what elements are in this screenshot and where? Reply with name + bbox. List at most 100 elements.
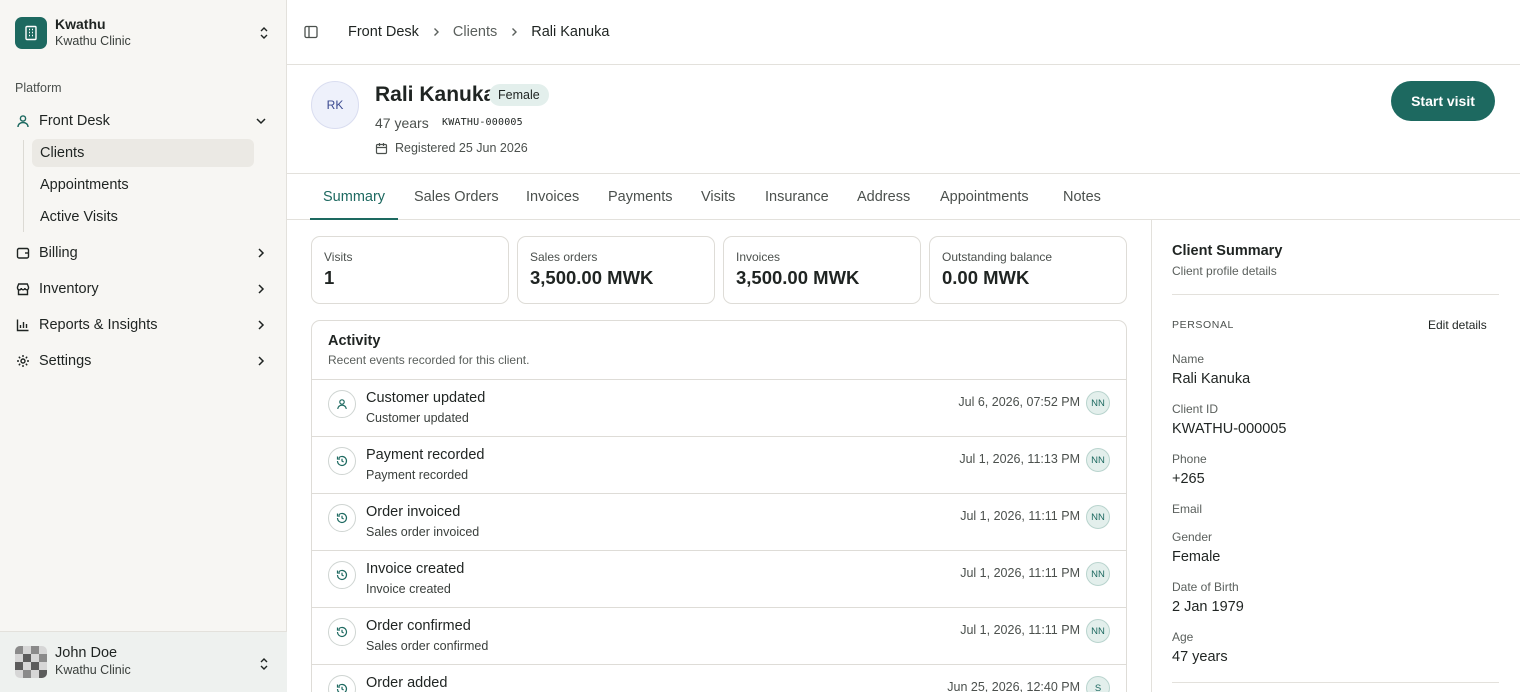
nav-inventory-label: Inventory bbox=[39, 281, 99, 297]
tab-notes[interactable]: Notes bbox=[1063, 174, 1101, 220]
activity-row[interactable]: Order invoiced Sales order invoiced Jul 1,… bbox=[312, 494, 1126, 551]
activity-user-avatar: NN bbox=[1086, 619, 1110, 643]
field-label-name: Name bbox=[1172, 352, 1205, 366]
activity-title: Activity bbox=[328, 333, 381, 349]
divider bbox=[1172, 682, 1499, 683]
activity-row[interactable]: Invoice created Invoice created Jul 1, 202… bbox=[312, 551, 1126, 608]
tab-invoices[interactable]: Invoices bbox=[526, 174, 579, 220]
breadcrumb-front-desk[interactable]: Front Desk bbox=[348, 24, 419, 40]
activity-description: Sales order confirmed bbox=[366, 639, 489, 653]
nav-appointments[interactable]: Appointments bbox=[32, 171, 254, 199]
chevron-right-icon bbox=[254, 354, 268, 372]
gender-badge: Female bbox=[489, 84, 549, 106]
breadcrumb-clients[interactable]: Clients bbox=[453, 24, 497, 40]
chevrons-up-down-icon bbox=[259, 25, 269, 44]
nav-active-visits[interactable]: Active Visits bbox=[32, 203, 254, 231]
tab-address[interactable]: Address bbox=[857, 174, 910, 220]
client-name: Rali Kanuka bbox=[375, 83, 496, 106]
field-value-phone: +265 bbox=[1172, 471, 1205, 487]
activity-timestamp: Jul 6, 2026, 07:52 PM bbox=[958, 395, 1080, 409]
activity-row[interactable]: Payment recorded Payment recorded Jul 1, 2… bbox=[312, 437, 1126, 494]
submenu-line bbox=[23, 140, 24, 232]
chevron-right-icon bbox=[509, 27, 519, 37]
field-label-phone: Phone bbox=[1172, 452, 1207, 466]
start-visit-button[interactable]: Start visit bbox=[1391, 81, 1495, 121]
activity-title-text: Order added bbox=[366, 675, 448, 691]
tab-payments[interactable]: Payments bbox=[608, 174, 672, 220]
summary-title: Client Summary bbox=[1172, 243, 1283, 259]
stat-value: 3,500.00 MWK bbox=[530, 267, 654, 288]
field-label-gender: Gender bbox=[1172, 530, 1213, 544]
chevron-right-icon bbox=[254, 282, 268, 300]
active-tab-indicator bbox=[310, 218, 398, 220]
stat-card-outstanding-balance: Outstanding balance 0.00 MWK bbox=[929, 236, 1127, 304]
sidebar-toggle-icon[interactable] bbox=[304, 24, 320, 40]
chevron-down-icon bbox=[254, 114, 268, 132]
nav-billing[interactable]: Billing bbox=[15, 239, 273, 267]
tab-insurance[interactable]: Insurance bbox=[765, 174, 829, 220]
field-value-dob: 2 Jan 1979 bbox=[1172, 599, 1244, 615]
sidebar: Kwathu Kwathu Clinic Platform Front Desk… bbox=[0, 0, 287, 692]
gear-icon bbox=[15, 353, 31, 369]
avatar bbox=[15, 646, 47, 678]
activity-user-avatar: NN bbox=[1086, 562, 1110, 586]
stat-card-visits: Visits 1 bbox=[311, 236, 509, 304]
tab-appointments[interactable]: Appointments bbox=[940, 174, 1029, 220]
history-icon bbox=[328, 447, 356, 475]
activity-description: Sales order invoiced bbox=[366, 525, 480, 539]
nav-inventory[interactable]: Inventory bbox=[15, 275, 273, 303]
section-label-personal: PERSONAL bbox=[1172, 319, 1234, 331]
activity-card: Activity Recent events recorded for this… bbox=[311, 320, 1127, 692]
activity-timestamp: Jun 25, 2026, 12:40 PM bbox=[947, 680, 1080, 692]
divider bbox=[1172, 294, 1499, 295]
user-icon bbox=[15, 113, 31, 129]
chevron-right-icon bbox=[254, 246, 268, 264]
building-icon bbox=[15, 17, 47, 49]
chevrons-up-down-icon bbox=[259, 656, 269, 675]
chevron-right-icon bbox=[431, 27, 441, 37]
activity-timestamp: Jul 1, 2026, 11:11 PM bbox=[960, 566, 1080, 580]
history-icon bbox=[328, 675, 356, 692]
tab-visits[interactable]: Visits bbox=[701, 174, 735, 220]
edit-details-button[interactable]: Edit details bbox=[1428, 318, 1487, 332]
activity-row[interactable]: Order added Jun 25, 2026, 12:40 PM S bbox=[312, 665, 1126, 692]
stat-label: Outstanding balance bbox=[942, 250, 1053, 264]
bar-chart-icon bbox=[15, 317, 31, 333]
client-id: KWATHU-000005 bbox=[442, 117, 523, 128]
user-menu[interactable]: John Doe Kwathu Clinic bbox=[0, 631, 287, 692]
nav-settings[interactable]: Settings bbox=[15, 347, 273, 375]
stat-card-sales-orders: Sales orders 3,500.00 MWK bbox=[517, 236, 715, 304]
summary-subtitle: Client profile details bbox=[1172, 264, 1277, 278]
field-value-age: 47 years bbox=[1172, 649, 1228, 665]
activity-description: Invoice created bbox=[366, 582, 451, 596]
user-name: John Doe bbox=[55, 645, 118, 661]
activity-user-avatar: S bbox=[1086, 676, 1110, 692]
client-avatar: RK bbox=[311, 81, 359, 129]
field-label-client-id: Client ID bbox=[1172, 402, 1219, 416]
nav-front-desk-label: Front Desk bbox=[39, 113, 110, 129]
breadcrumb-current: Rali Kanuka bbox=[531, 24, 610, 40]
store-icon bbox=[15, 281, 31, 297]
chevron-right-icon bbox=[254, 318, 268, 336]
activity-row[interactable]: Customer updated Customer updated Jul 6, 2… bbox=[312, 380, 1126, 437]
activity-row[interactable]: Order confirmed Sales order confirmed Jul … bbox=[312, 608, 1126, 665]
tab-sales-orders[interactable]: Sales Orders bbox=[414, 174, 499, 220]
nav-billing-label: Billing bbox=[39, 245, 78, 261]
nav-reports[interactable]: Reports & Insights bbox=[15, 311, 273, 339]
activity-title-text: Order confirmed bbox=[366, 618, 471, 634]
calendar-icon bbox=[375, 142, 388, 154]
activity-user-avatar: NN bbox=[1086, 448, 1110, 472]
nav-clients[interactable]: Clients bbox=[32, 139, 254, 167]
field-label-age: Age bbox=[1172, 630, 1194, 644]
nav-front-desk[interactable]: Front Desk bbox=[15, 107, 273, 135]
stat-label: Visits bbox=[324, 250, 353, 264]
activity-title-text: Payment recorded bbox=[366, 447, 485, 463]
field-label-email: Email bbox=[1172, 502, 1203, 516]
client-header: RK Rali Kanuka Female 47 years KWATHU-00… bbox=[287, 65, 1520, 174]
history-icon bbox=[328, 504, 356, 532]
org-switcher[interactable]: Kwathu Kwathu Clinic bbox=[15, 16, 275, 50]
tab-summary[interactable]: Summary bbox=[323, 174, 385, 220]
user-clinic: Kwathu Clinic bbox=[55, 663, 131, 677]
stat-label: Sales orders bbox=[530, 250, 598, 264]
activity-timestamp: Jul 1, 2026, 11:11 PM bbox=[960, 623, 1080, 637]
